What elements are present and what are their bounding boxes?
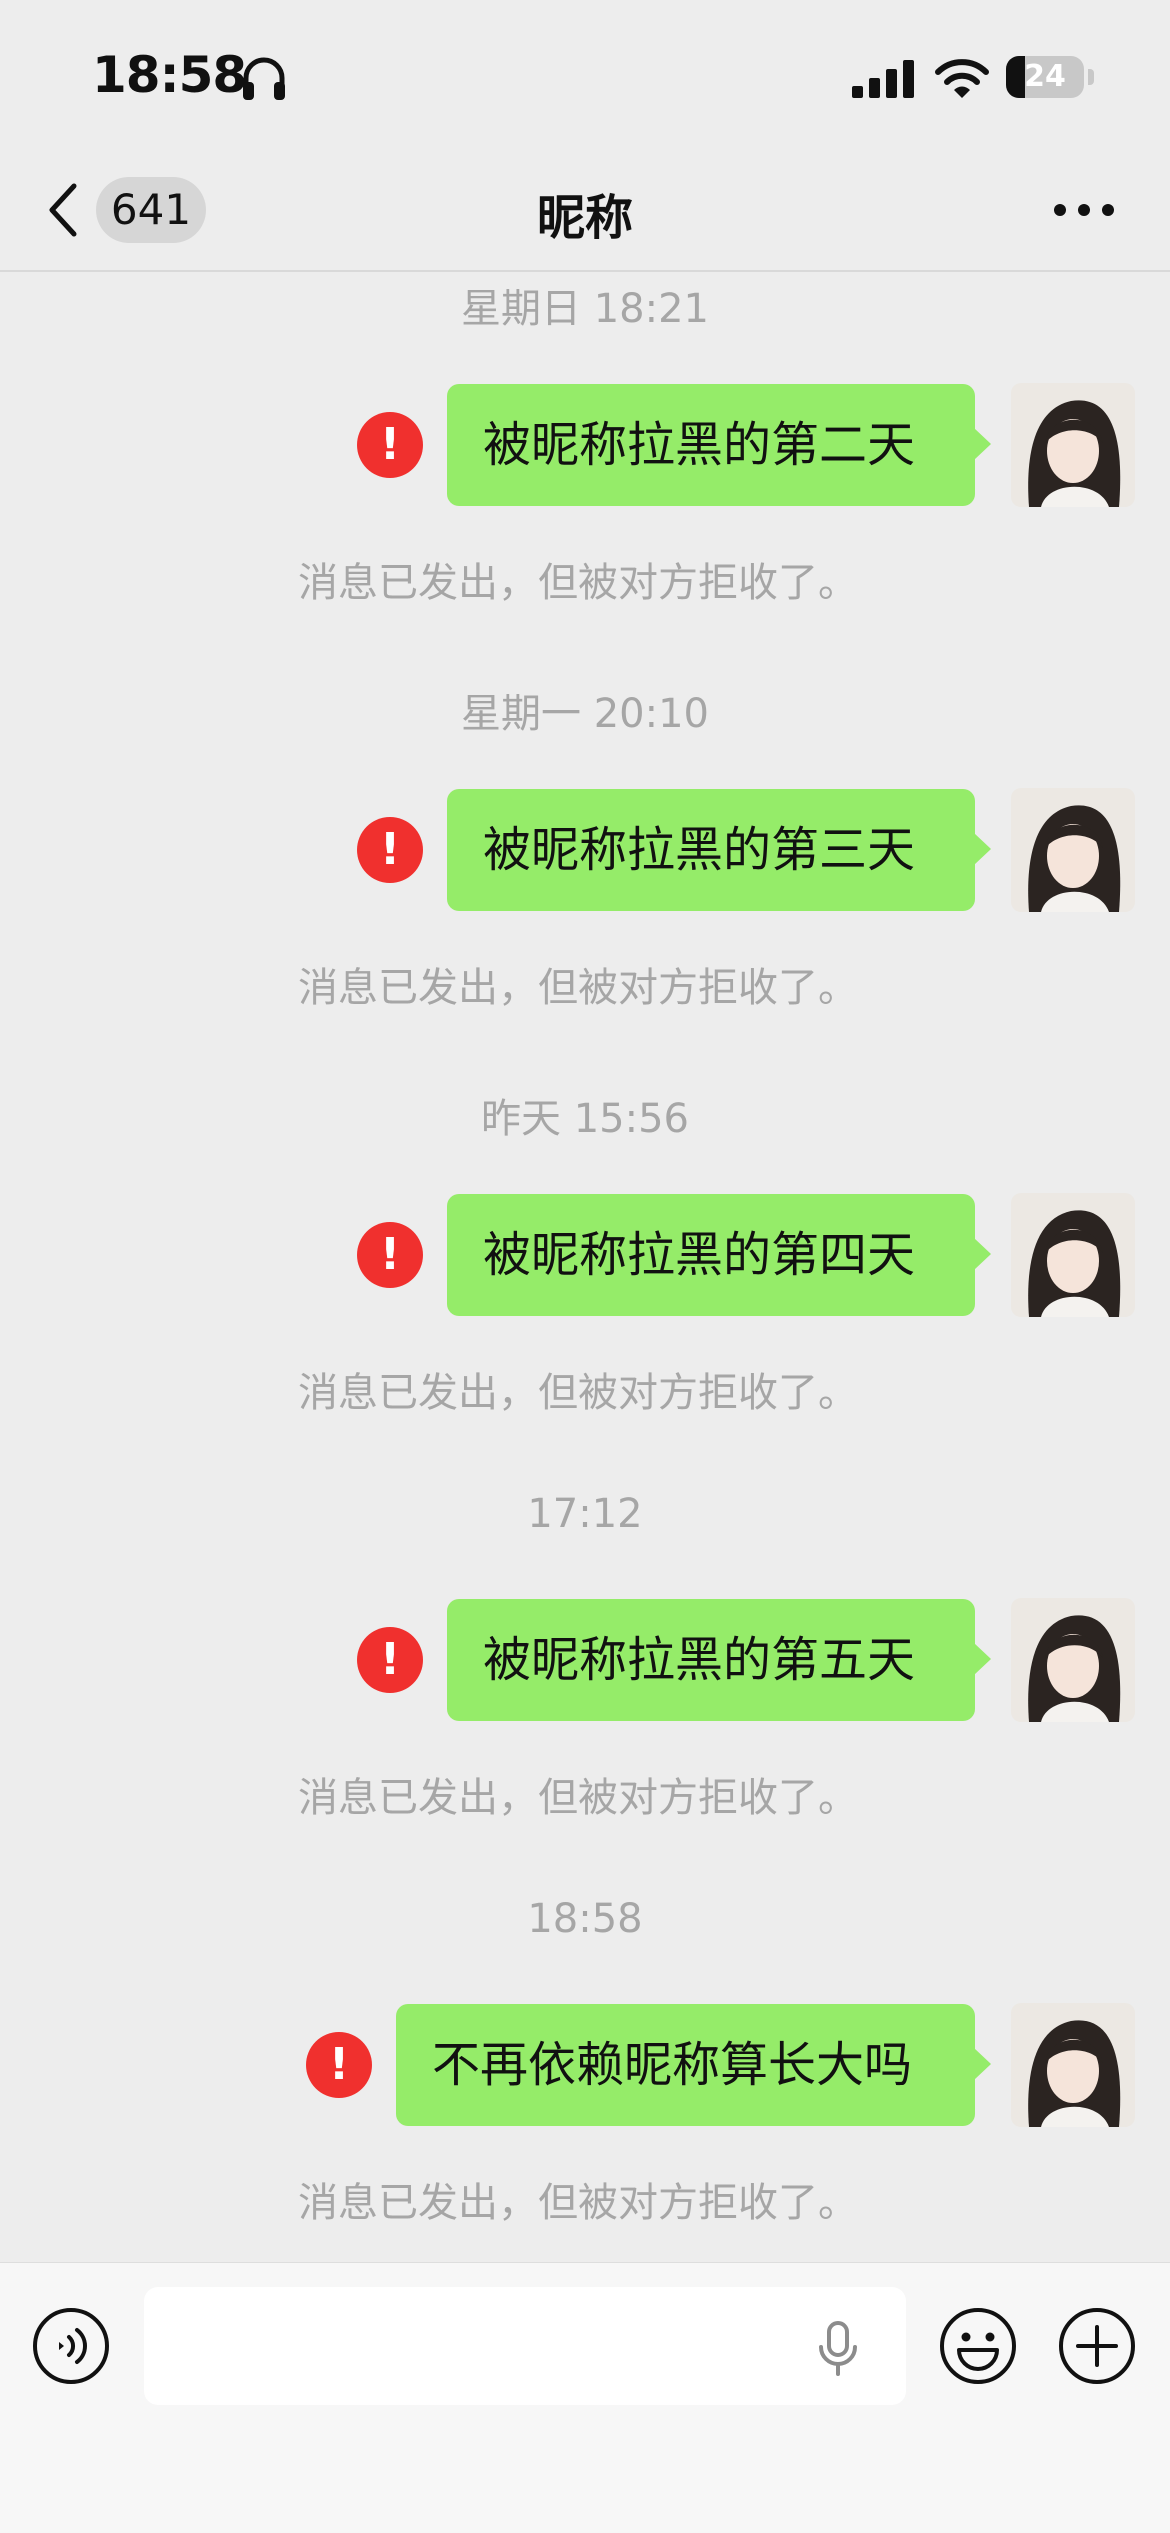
- avatar-image: [1011, 383, 1135, 507]
- message-bubble[interactable]: 被昵称拉黑的第三天: [447, 789, 991, 911]
- wifi-icon: [935, 59, 989, 98]
- rejection-notice: 消息已发出，但被对方拒收了。: [298, 2180, 858, 2226]
- avatar[interactable]: [1011, 2003, 1135, 2127]
- message-timestamp: 18:58: [527, 1896, 643, 1942]
- avatar[interactable]: [1011, 1193, 1135, 1317]
- send-failed-icon[interactable]: !: [357, 412, 423, 478]
- avatar-image: [1011, 1193, 1135, 1317]
- rejection-notice: 消息已发出，但被对方拒收了。: [298, 965, 858, 1011]
- microphone-icon[interactable]: [814, 2321, 862, 2377]
- chat-title: 昵称: [536, 190, 633, 246]
- status-bar: 18:58 24: [0, 0, 1170, 150]
- avatar[interactable]: [1011, 788, 1135, 912]
- plus-icon[interactable]: [1058, 2307, 1136, 2385]
- message-bubble[interactable]: 被昵称拉黑的第四天: [447, 1194, 991, 1316]
- message-timestamp: 17:12: [527, 1491, 643, 1537]
- message-bubble[interactable]: 被昵称拉黑的第五天: [447, 1599, 991, 1721]
- battery-body: 24: [1006, 56, 1084, 98]
- rejection-notice: 消息已发出，但被对方拒收了。: [298, 1370, 858, 1416]
- avatar[interactable]: [1011, 383, 1135, 507]
- chat-nav-bar: 641 昵称: [0, 150, 1170, 272]
- avatar[interactable]: [1011, 1598, 1135, 1722]
- avatar-image: [1011, 1598, 1135, 1722]
- message-bubble[interactable]: 被昵称拉黑的第二天: [447, 384, 991, 506]
- message-timestamp: 星期一 20:10: [461, 691, 709, 737]
- send-failed-icon[interactable]: !: [357, 1222, 423, 1288]
- voice-input-icon[interactable]: [32, 2307, 110, 2385]
- more-icon[interactable]: [1052, 194, 1116, 226]
- avatar-image: [1011, 788, 1135, 912]
- message-timestamp: 星期日 18:21: [461, 286, 709, 332]
- chat-input-bar: [0, 2262, 1170, 2533]
- rejection-notice: 消息已发出，但被对方拒收了。: [298, 1775, 858, 1821]
- headphones-icon: [243, 57, 285, 100]
- send-failed-icon[interactable]: !: [357, 1627, 423, 1693]
- message-timestamp: 昨天 15:56: [481, 1096, 689, 1142]
- message-bubble[interactable]: 不再依赖昵称算长大吗: [396, 2004, 991, 2126]
- status-time: 18:58: [92, 46, 247, 104]
- battery-indicator: 24: [1006, 56, 1096, 98]
- emoji-icon[interactable]: [939, 2307, 1017, 2385]
- battery-level: 24: [1024, 59, 1066, 94]
- send-failed-icon[interactable]: !: [306, 2032, 372, 2098]
- rejection-notice: 消息已发出，但被对方拒收了。: [298, 560, 858, 606]
- cellular-signal-icon: [852, 60, 914, 98]
- message-input[interactable]: [144, 2287, 906, 2405]
- avatar-image: [1011, 2003, 1135, 2127]
- send-failed-icon[interactable]: !: [357, 817, 423, 883]
- battery-cap: [1088, 69, 1094, 85]
